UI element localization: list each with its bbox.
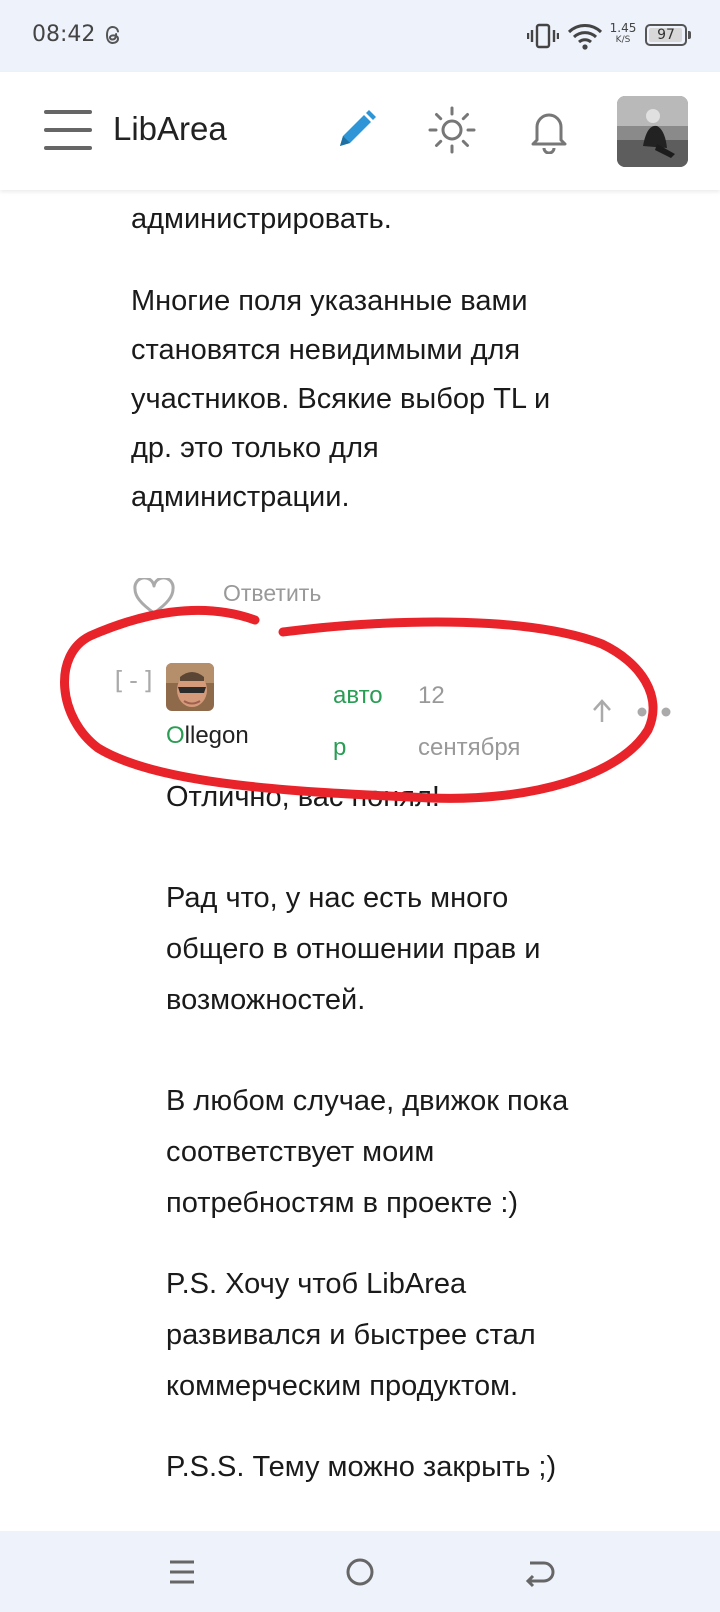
- system-nav-bar: [0, 1531, 720, 1612]
- more-options-icon[interactable]: [636, 706, 676, 718]
- threads-icon: [105, 25, 120, 45]
- comment-text-line: развивался и быстрее стал: [166, 1319, 536, 1351]
- menu-nav-icon[interactable]: [162, 1553, 202, 1591]
- comment-date: 12 сентября: [418, 670, 558, 774]
- post-text-line: др. это только для: [131, 432, 379, 464]
- post-text-line: Многие поля указанные вами: [131, 285, 528, 317]
- network-speed-value: 1.45: [609, 21, 637, 35]
- comment-author-name[interactable]: Ollegon: [166, 722, 249, 750]
- comment-text-line: общего в отношении прав и: [166, 933, 541, 965]
- comment-text-line: коммерческим продуктом.: [166, 1370, 519, 1402]
- comment-text-line: потребностям в проекте :): [166, 1187, 519, 1219]
- comment-text-line: Отлично, вас понял!: [166, 781, 440, 813]
- comment-text-line: возможностей.: [166, 984, 366, 1016]
- collapse-toggle[interactable]: [-]: [111, 666, 156, 695]
- home-circle-icon[interactable]: [340, 1553, 380, 1591]
- reply-link[interactable]: Ответить: [223, 580, 321, 607]
- comment-text-line: P.S.S. Тему можно закрыть ;): [166, 1451, 557, 1483]
- bell-icon[interactable]: [525, 106, 573, 154]
- comment-text-line: В любом случае, движок пока: [166, 1085, 569, 1117]
- status-bar: 08:42 1.45 K/S 97: [0, 0, 720, 72]
- arrow-up-icon[interactable]: [591, 698, 613, 724]
- sun-icon[interactable]: [428, 106, 476, 154]
- comment-date-line1: 12: [418, 682, 445, 709]
- post-text-line: администрировать.: [131, 203, 392, 235]
- post-text-line: администрации.: [131, 481, 350, 513]
- battery-level: 97: [657, 27, 675, 43]
- heart-icon[interactable]: [133, 578, 175, 616]
- menu-icon[interactable]: [44, 110, 92, 150]
- user-avatar[interactable]: [617, 96, 688, 167]
- author-name-initial: O: [166, 722, 185, 749]
- site-title[interactable]: LibArea: [113, 110, 227, 148]
- status-time: 08:42: [32, 22, 96, 47]
- comment-body: Отлично, вас понял! Рад что, у нас есть м…: [166, 772, 686, 1493]
- author-badge-line1: авто: [333, 682, 383, 709]
- pencil-icon[interactable]: [332, 106, 380, 154]
- network-speed-unit: K/S: [615, 35, 631, 45]
- comment-text-line: соответствует моим: [166, 1136, 435, 1168]
- post-text-line: участников. Всякие выбор TL и: [131, 383, 551, 415]
- vibrate-icon: [527, 23, 559, 49]
- comment-author-avatar[interactable]: [166, 663, 214, 711]
- network-speed: 1.45 K/S: [608, 22, 638, 46]
- app-header: LibArea: [0, 72, 720, 190]
- comment-date-line2: сентября: [418, 734, 521, 761]
- post-text-line: становятся невидимыми для: [131, 334, 521, 366]
- battery-icon: 97: [645, 24, 691, 46]
- author-name-rest: llegon: [184, 722, 249, 749]
- author-badge-line2: р: [333, 734, 347, 761]
- wifi-icon: [567, 24, 603, 50]
- comment-text-line: P.S. Хочу чтоб LibArea: [166, 1268, 467, 1300]
- comment-text-line: Рад что, у нас есть много: [166, 882, 509, 914]
- author-badge: авто р: [333, 670, 403, 774]
- post-body: администрировать. Многие поля указанные в…: [131, 195, 651, 522]
- back-icon[interactable]: [518, 1553, 558, 1591]
